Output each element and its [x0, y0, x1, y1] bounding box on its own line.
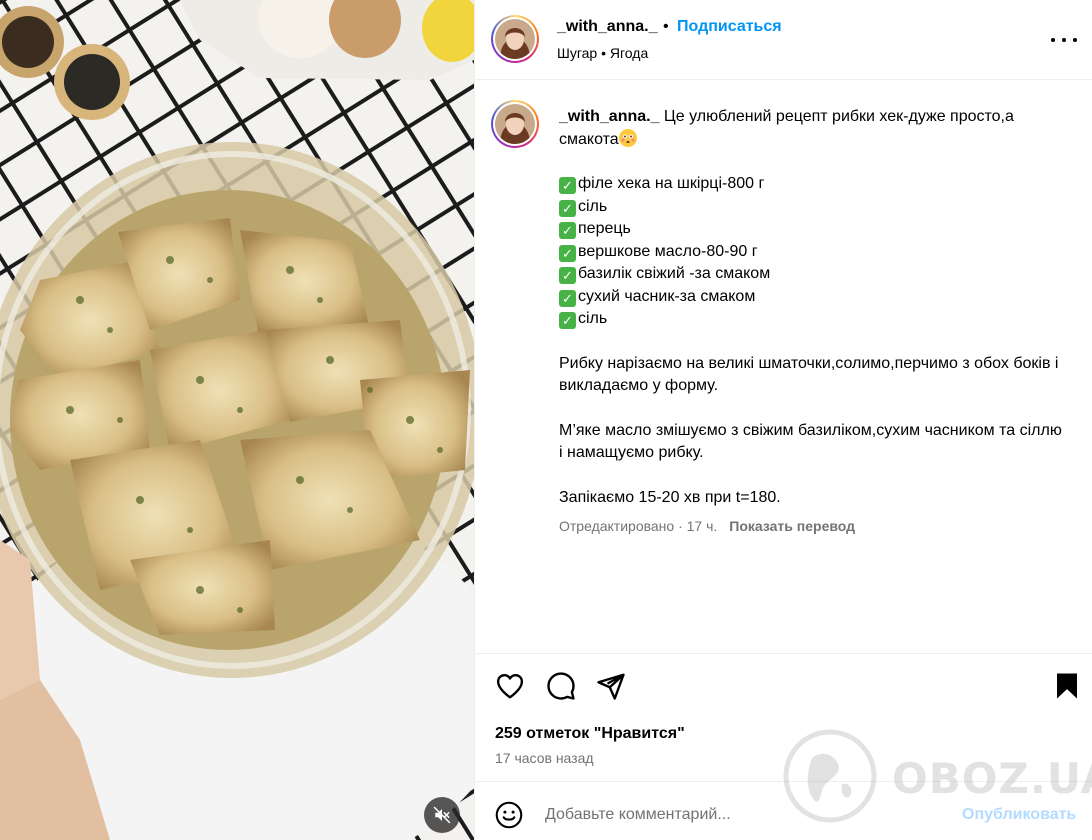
- show-translation-button[interactable]: Показать перевод: [729, 518, 855, 534]
- list-item: ✓ філе хека на шкірці-800 г: [559, 173, 1069, 196]
- caption-avatar[interactable]: [491, 100, 539, 148]
- flushed-face-emoji-icon: [618, 128, 637, 147]
- check-mark-icon: ✓: [559, 222, 576, 239]
- list-item: ✓ сіль: [559, 308, 1069, 331]
- caption-meta: Отредактировано · 17 ч. Показать перевод: [559, 518, 855, 534]
- share-icon[interactable]: [596, 671, 626, 701]
- muted-speaker-icon: [433, 806, 451, 824]
- comment-bar: Опубликовать: [475, 781, 1092, 840]
- recipe-step: М’яке масло змішуємо з свіжим базиліком,…: [559, 421, 1062, 462]
- recipe-step: Рибку нарізаємо на великі шматочки,солим…: [559, 354, 1059, 395]
- list-item: ✓ сухий часник-за смаком: [559, 286, 1069, 309]
- check-mark-icon: ✓: [559, 289, 576, 307]
- avatar-image: [495, 104, 535, 144]
- post-time[interactable]: 17 часов назад: [495, 750, 594, 766]
- list-item: ✓ базилік свіжий -за смаком: [559, 263, 1069, 286]
- separator-dot: •: [663, 18, 669, 35]
- avatar[interactable]: [491, 15, 539, 63]
- caption: _with_anna._ Це улюблений рецепт рибки х…: [475, 81, 1092, 653]
- list-item: ✓ перець: [559, 218, 1069, 241]
- bookmark-icon[interactable]: [1052, 671, 1082, 701]
- comment-icon[interactable]: [546, 671, 576, 701]
- list-item: ✓ вершкове масло-80-90 г: [559, 241, 1069, 264]
- post-header: _with_anna._ • Подписаться Шугар • Ягода: [475, 0, 1092, 80]
- mute-button[interactable]: [424, 797, 460, 833]
- check-mark-icon: ✓: [559, 199, 576, 217]
- action-bar: 259 отметок "Нравится" 17 часов назад: [475, 653, 1092, 781]
- avatar-image: [495, 19, 535, 59]
- likes-count[interactable]: 259 отметок "Нравится": [495, 725, 685, 743]
- heart-icon[interactable]: [495, 671, 525, 701]
- check-mark-icon: ✓: [559, 312, 576, 329]
- recipe-step: Запікаємо 15-20 хв при t=180.: [559, 488, 781, 506]
- post-panel: _with_anna._ • Подписаться Шугар • Ягода: [474, 0, 1092, 840]
- caption-text: _with_anna._ Це улюблений рецепт рибки х…: [559, 106, 1069, 509]
- follow-button[interactable]: Подписаться: [677, 18, 782, 36]
- emoji-picker-icon[interactable]: [495, 801, 523, 829]
- post-media[interactable]: [0, 0, 474, 840]
- more-options-icon[interactable]: [1051, 30, 1077, 50]
- check-mark-icon: ✓: [559, 177, 576, 194]
- comment-input[interactable]: [545, 806, 945, 824]
- check-mark-icon: ✓: [559, 244, 576, 262]
- check-mark-icon: ✓: [559, 267, 576, 284]
- list-item: ✓ сіль: [559, 196, 1069, 219]
- edited-timestamp: Отредактировано · 17 ч.: [559, 518, 718, 534]
- ingredients-list: ✓ філе хека на шкірці-800 г ✓ сіль ✓ перець…: [559, 173, 1069, 331]
- post-author-username[interactable]: _with_anna._: [557, 18, 657, 36]
- food-photo: [0, 0, 474, 840]
- audio-track[interactable]: Шугар • Ягода: [557, 45, 648, 61]
- post-comment-button[interactable]: Опубликовать: [962, 806, 1076, 824]
- caption-username[interactable]: _with_anna._: [559, 108, 659, 125]
